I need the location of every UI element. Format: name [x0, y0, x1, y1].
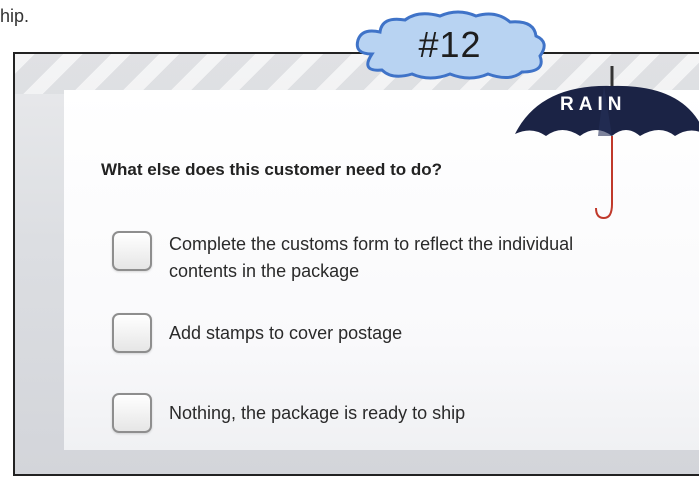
question-prompt: What else does this customer need to do? [101, 160, 442, 179]
leading-text-fragment: hip. [0, 6, 30, 26]
option-label-add-stamps[interactable]: Add stamps to cover postage [169, 313, 629, 353]
option-checkbox-add-stamps[interactable] [112, 313, 152, 353]
option-label-customs-form[interactable]: Complete the customs form to reflect the… [169, 231, 629, 285]
option-label-nothing[interactable]: Nothing, the package is ready to ship [169, 393, 629, 433]
option-row-customs-form[interactable]: Complete the customs form to reflect the… [112, 231, 629, 285]
question-number-badge: #12 [418, 24, 482, 65]
option-checkbox-nothing[interactable] [112, 393, 152, 433]
umbrella-icon [515, 66, 699, 220]
rain-logo-text: RAIN [560, 94, 627, 115]
option-checkbox-customs-form[interactable] [112, 231, 152, 271]
option-row-nothing[interactable]: Nothing, the package is ready to ship [112, 393, 629, 433]
option-row-add-stamps[interactable]: Add stamps to cover postage [112, 313, 629, 353]
